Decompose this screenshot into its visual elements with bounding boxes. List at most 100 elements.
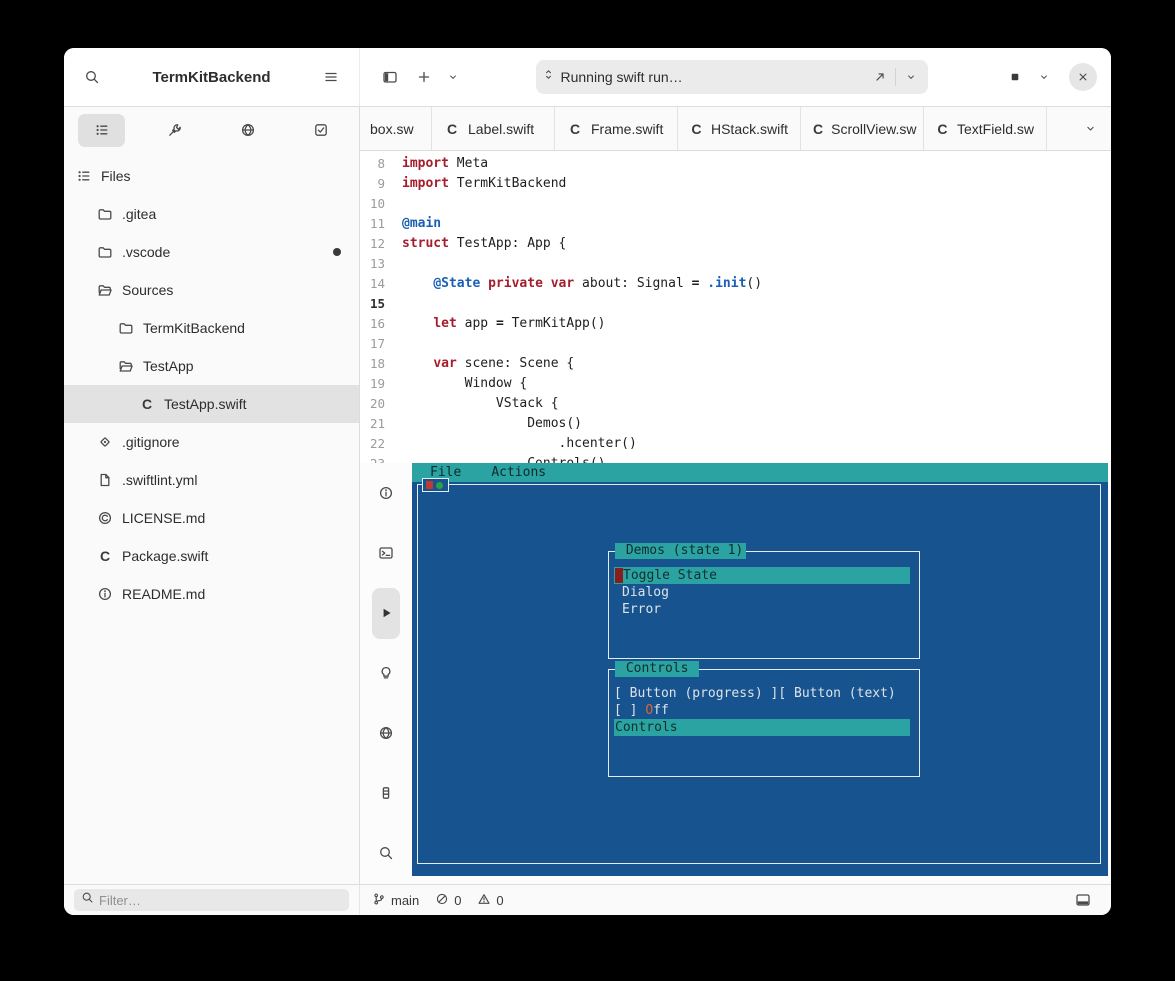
- tui-menu-actions[interactable]: Actions: [491, 465, 546, 480]
- sidebar-tab-build[interactable]: [151, 114, 198, 147]
- file-tree: Files.gitea.vscodeSourcesTermKitBackendT…: [64, 153, 359, 884]
- toggle-bottom-panel-button[interactable]: [1067, 884, 1099, 915]
- tui-demos-frame: Demos (state 1) Toggle StateDialogError: [608, 551, 920, 659]
- line-number: 21: [360, 414, 402, 434]
- tree-item--vscode[interactable]: .vscode: [64, 233, 359, 271]
- tab-overflow-button[interactable]: [1069, 107, 1111, 150]
- tui-demos-item-toggle-state[interactable]: Toggle State: [614, 567, 910, 584]
- branch-icon: [372, 892, 386, 906]
- primary-menu-button[interactable]: [315, 61, 347, 93]
- line-number: 13: [360, 254, 402, 274]
- tree-item-termkitbackend[interactable]: TermKitBackend: [64, 309, 359, 347]
- code-line-22[interactable]: 22 .hcenter(): [360, 434, 1111, 454]
- warning-icon: [477, 892, 491, 906]
- line-number: 11: [360, 214, 402, 234]
- global-search-button[interactable]: [76, 61, 108, 93]
- code-line-21[interactable]: 21 Demos(): [360, 414, 1111, 434]
- run-deploy-button[interactable]: [869, 61, 891, 93]
- tree-item-files[interactable]: Files: [64, 157, 359, 195]
- rail-button-profiler[interactable]: [360, 763, 412, 823]
- rail-button-terminal[interactable]: [360, 523, 412, 583]
- code-line-12[interactable]: 12struct TestApp: App {: [360, 234, 1111, 254]
- editor-tab-label-swift[interactable]: CLabel.swift: [432, 107, 555, 150]
- new-tab-button[interactable]: [408, 61, 440, 93]
- warning-count[interactable]: 0: [477, 892, 503, 909]
- code-line-10[interactable]: 10: [360, 194, 1111, 214]
- code-symbol-icon: C: [936, 121, 949, 137]
- files-list-icon: [94, 122, 110, 138]
- modified-dot: [333, 248, 341, 256]
- code-line-18[interactable]: 18 var scene: Scene {: [360, 354, 1111, 374]
- code-line-13[interactable]: 13: [360, 254, 1111, 274]
- tree-item-sources[interactable]: Sources: [64, 271, 359, 309]
- build-status-text: Running swift run…: [555, 69, 869, 85]
- tree-item-label: README.md: [122, 586, 205, 602]
- code-line-23[interactable]: 23 Controls(): [360, 454, 1111, 463]
- code-line-11[interactable]: 11@main: [360, 214, 1111, 234]
- info-icon: [378, 485, 394, 501]
- run-options-dropdown[interactable]: [900, 61, 922, 93]
- tui-controls-button[interactable]: Controls: [614, 719, 910, 736]
- editor-tab-hstack-swift[interactable]: CHStack.swift: [678, 107, 801, 150]
- tui-item-label: Controls: [615, 719, 678, 736]
- code-line-19[interactable]: 19 Window {: [360, 374, 1111, 394]
- tree-filter[interactable]: [74, 889, 349, 911]
- plus-icon: [416, 69, 432, 85]
- tui-cursor: [615, 568, 623, 583]
- rail-button-search[interactable]: [360, 823, 412, 883]
- editor-tab-box-sw[interactable]: box.sw: [360, 107, 432, 150]
- sidebar-tab-files[interactable]: [78, 114, 125, 147]
- tui-window-controls[interactable]: [422, 478, 449, 492]
- tree-item--swiftlint-yml[interactable]: .swiftlint.yml: [64, 461, 359, 499]
- code-line-14[interactable]: 14 @State private var about: Signal = .i…: [360, 274, 1111, 294]
- new-tab-dropdown[interactable]: [442, 61, 464, 93]
- line-content: .hcenter(): [402, 434, 637, 454]
- tree-item-testapp[interactable]: TestApp: [64, 347, 359, 385]
- code-editor[interactable]: 8import Meta9import TermKitBackend1011@m…: [360, 151, 1111, 463]
- code-line-17[interactable]: 17: [360, 334, 1111, 354]
- tree-item-readme-md[interactable]: README.md: [64, 575, 359, 613]
- sidebar-tab-todo[interactable]: [298, 114, 345, 147]
- warning-count-value: 0: [496, 893, 503, 908]
- error-count[interactable]: 0: [435, 892, 461, 909]
- folder-open-icon: [97, 282, 113, 298]
- tui-controls-title: Controls: [615, 661, 699, 677]
- editor-tab-scrollview-sw[interactable]: CScrollView.sw: [801, 107, 924, 150]
- code-line-20[interactable]: 20 VStack {: [360, 394, 1111, 414]
- run-terminal[interactable]: FileActions Demos (state 1) Toggle State…: [412, 463, 1108, 876]
- files-list-icon: [76, 168, 92, 184]
- tree-item--gitea[interactable]: .gitea: [64, 195, 359, 233]
- tab-label: Frame.swift: [591, 121, 663, 137]
- rail-button-run[interactable]: [360, 583, 412, 643]
- rail-button-web[interactable]: [360, 703, 412, 763]
- rail-button-diagnostics[interactable]: [360, 643, 412, 703]
- tree-item-testapp-swift[interactable]: CTestApp.swift: [64, 385, 359, 423]
- toggle-left-panel-button[interactable]: [374, 61, 406, 93]
- stop-dropdown[interactable]: [1033, 61, 1055, 93]
- tree-filter-input[interactable]: [99, 893, 342, 908]
- tui-demos-item-dialog[interactable]: Dialog: [609, 584, 919, 601]
- code-line-8[interactable]: 8import Meta: [360, 154, 1111, 174]
- editor-tab-textfield-sw[interactable]: CTextField.sw: [924, 107, 1047, 150]
- code-line-9[interactable]: 9import TermKitBackend: [360, 174, 1111, 194]
- tui-buttons-row[interactable]: [ Button (progress) ][ Button (text): [609, 685, 919, 702]
- tree-item-package-swift[interactable]: CPackage.swift: [64, 537, 359, 575]
- branch-indicator[interactable]: main: [372, 892, 419, 909]
- stop-button[interactable]: [999, 61, 1031, 93]
- code-line-15[interactable]: 15: [360, 294, 1111, 314]
- editor-tab-frame-swift[interactable]: CFrame.swift: [555, 107, 678, 150]
- rail-button-info[interactable]: [360, 463, 412, 523]
- lightbulb-icon: [378, 665, 394, 681]
- tui-demos-item-error[interactable]: Error: [609, 601, 919, 618]
- tui-checkbox-off[interactable]: [ ] Off: [609, 702, 919, 719]
- tree-item--gitignore[interactable]: .gitignore: [64, 423, 359, 461]
- sidebar: Files.gitea.vscodeSourcesTermKitBackendT…: [64, 107, 360, 884]
- build-status-pill[interactable]: Running swift run…: [536, 60, 928, 94]
- code-line-16[interactable]: 16 let app = TermKitApp(): [360, 314, 1111, 334]
- tree-item-license-md[interactable]: LICENSE.md: [64, 499, 359, 537]
- window-close-button[interactable]: [1069, 63, 1097, 91]
- sidebar-tab-web[interactable]: [225, 114, 272, 147]
- line-content: struct TestApp: App {: [402, 234, 566, 254]
- chevron-icon: [1084, 122, 1097, 135]
- web-icon: [240, 122, 256, 138]
